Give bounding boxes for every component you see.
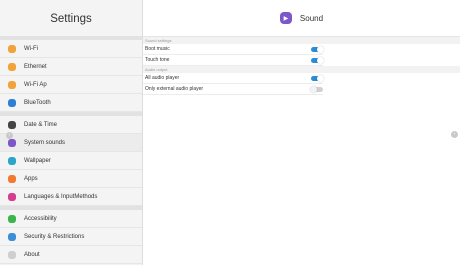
sidebar-item-about[interactable]: About xyxy=(0,246,142,264)
page-title: Sound xyxy=(299,13,324,23)
sidebar-item-label: Ethernet xyxy=(24,63,47,70)
lock-icon xyxy=(8,232,16,241)
sound-icon xyxy=(8,138,16,147)
sidebar-item-wi-fi-ap[interactable]: Wi-Fi Ap xyxy=(0,76,142,94)
wifi-icon xyxy=(8,44,16,53)
sidebar-item-label: Wi-Fi xyxy=(24,45,38,52)
setting-label: Boot music xyxy=(145,46,170,52)
sidebar-item-ethernet[interactable]: Ethernet xyxy=(0,58,142,76)
toggle-knob xyxy=(317,74,324,82)
sidebar-item-accessibility[interactable]: Accessibility xyxy=(0,210,142,228)
sidebar-item-label: Accessibility xyxy=(24,215,57,222)
sidebar-item-wallpaper[interactable]: Wallpaper xyxy=(0,152,142,170)
page-header: ▶ Sound xyxy=(143,0,460,37)
section-header: Sound settings xyxy=(143,37,460,44)
sidebar-item-bluetooth[interactable]: BlueTooth xyxy=(0,94,142,112)
accessibility-icon xyxy=(8,214,16,223)
sidebar-item-label: Apps xyxy=(24,175,38,182)
toggle-switch[interactable] xyxy=(311,74,324,82)
toggle-knob xyxy=(317,45,324,53)
bluetooth-icon xyxy=(8,98,16,107)
setting-label: Touch tone xyxy=(145,57,170,63)
sidebar-item-wi-fi[interactable]: Wi-Fi xyxy=(0,40,142,58)
sidebar-item-label: System sounds xyxy=(24,139,66,146)
toggle-switch[interactable] xyxy=(311,45,324,53)
wallpaper-icon xyxy=(8,156,16,165)
toggle-switch[interactable] xyxy=(310,85,323,93)
ethernet-icon xyxy=(8,62,16,71)
toggle-knob xyxy=(310,85,317,93)
sidebar-item-label: Wallpaper xyxy=(24,157,51,164)
sidebar-item-label: About xyxy=(24,251,40,258)
settings-sidebar: Settings Wi-Fi Ethernet Wi-Fi Ap BlueTooth D… xyxy=(0,0,143,265)
setting-row-only-external-audio-player: Only external audio player xyxy=(143,84,323,95)
language-icon xyxy=(8,192,16,201)
sidebar-item-date-time[interactable]: Date & Time xyxy=(0,116,142,134)
clock-icon xyxy=(8,120,16,129)
sidebar-item-label: BlueTooth xyxy=(24,99,51,106)
sound-settings-list: Sound settings Boot music Touch tone Audio … xyxy=(143,37,460,95)
sidebar-item-label: Security & Restrictions xyxy=(24,233,85,240)
sidebar-item-languages-inputmethods[interactable]: Languages & InputMethods xyxy=(0,188,142,206)
setting-label: Only external audio player xyxy=(145,86,204,92)
sound-panel: ▶ Sound Sound settings Boot music Touch to… xyxy=(143,0,460,265)
info-icon xyxy=(8,250,16,259)
sidebar-item-system-sounds[interactable]: System sounds xyxy=(0,134,142,152)
apps-icon xyxy=(8,174,16,183)
setting-row-all-audio-player: All audio player xyxy=(143,73,324,84)
sidebar-item-label: Languages & InputMethods xyxy=(24,193,98,200)
left-edge-handle-icon[interactable]: ‹ xyxy=(6,132,13,139)
setting-row-touch-tone: Touch tone xyxy=(143,55,324,66)
sidebar-item-label: Date & Time xyxy=(24,121,58,128)
toggle-switch[interactable] xyxy=(311,56,324,64)
hotspot-icon xyxy=(8,80,16,89)
sidebar-list: Wi-Fi Ethernet Wi-Fi Ap BlueTooth Date & Tim… xyxy=(0,36,142,264)
setting-label: All audio player xyxy=(145,75,180,81)
speaker-icon: ▶ xyxy=(279,12,292,24)
sidebar-item-label: Wi-Fi Ap xyxy=(24,81,47,88)
sidebar-item-apps[interactable]: Apps xyxy=(0,170,142,188)
sidebar-title: Settings xyxy=(0,0,142,36)
section-header: Audio output xyxy=(143,66,460,73)
sidebar-item-security-restrictions[interactable]: Security & Restrictions xyxy=(0,228,142,246)
right-edge-handle-icon[interactable]: ‹ xyxy=(451,131,458,138)
setting-row-boot-music: Boot music xyxy=(143,44,324,55)
toggle-knob xyxy=(317,56,324,64)
